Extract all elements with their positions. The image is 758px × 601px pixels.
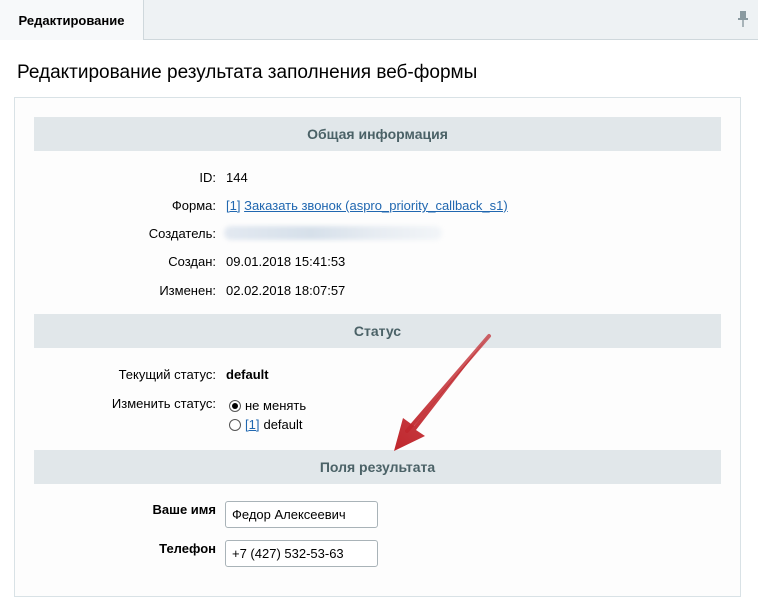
created-value: 09.01.2018 15:41:53 [226, 254, 346, 269]
name-field-label: Ваше имя [152, 502, 217, 517]
radio-default[interactable] [229, 418, 241, 431]
modified-value: 02.02.2018 18:07:57 [226, 283, 346, 298]
form-id-link[interactable]: [1] [226, 198, 240, 213]
current-status-value: default [226, 367, 269, 382]
status-option-default-label: default [263, 417, 303, 432]
phone-input[interactable] [225, 540, 378, 567]
form-name-link[interactable]: Заказать звонок (aspro_priority_callback… [244, 198, 508, 213]
creator-label: Создатель: [148, 226, 216, 241]
created-label: Создан: [168, 254, 216, 269]
id-label: ID: [199, 170, 216, 185]
tab-bar: Редактирование [0, 0, 758, 40]
status-default-id-link[interactable]: [1] [245, 417, 259, 432]
status-option-default[interactable]: [1] default [229, 417, 303, 432]
status-option-keep-label: не менять [245, 398, 307, 413]
section-general-header: Общая информация [34, 117, 721, 151]
current-status-label: Текущий статус: [118, 367, 216, 382]
form-value: [1] Заказать звонок (aspro_priority_call… [226, 198, 508, 213]
pin-icon[interactable] [736, 10, 750, 28]
name-input[interactable] [225, 501, 378, 528]
form-label: Форма: [171, 198, 216, 213]
status-option-keep[interactable]: не менять [229, 398, 306, 413]
section-status-header: Статус [34, 314, 721, 348]
section-fields-header: Поля результата [34, 450, 721, 484]
page-title: Редактирование результата заполнения веб… [17, 62, 478, 83]
id-value: 144 [226, 170, 248, 185]
phone-field-label: Телефон [159, 541, 216, 556]
change-status-label: Изменить статус: [111, 396, 216, 411]
tab-edit-label: Редактирование [18, 12, 125, 28]
creator-value-redacted [224, 226, 442, 240]
modified-label: Изменен: [159, 283, 216, 298]
radio-keep[interactable] [229, 399, 241, 412]
tab-edit[interactable]: Редактирование [0, 0, 144, 40]
